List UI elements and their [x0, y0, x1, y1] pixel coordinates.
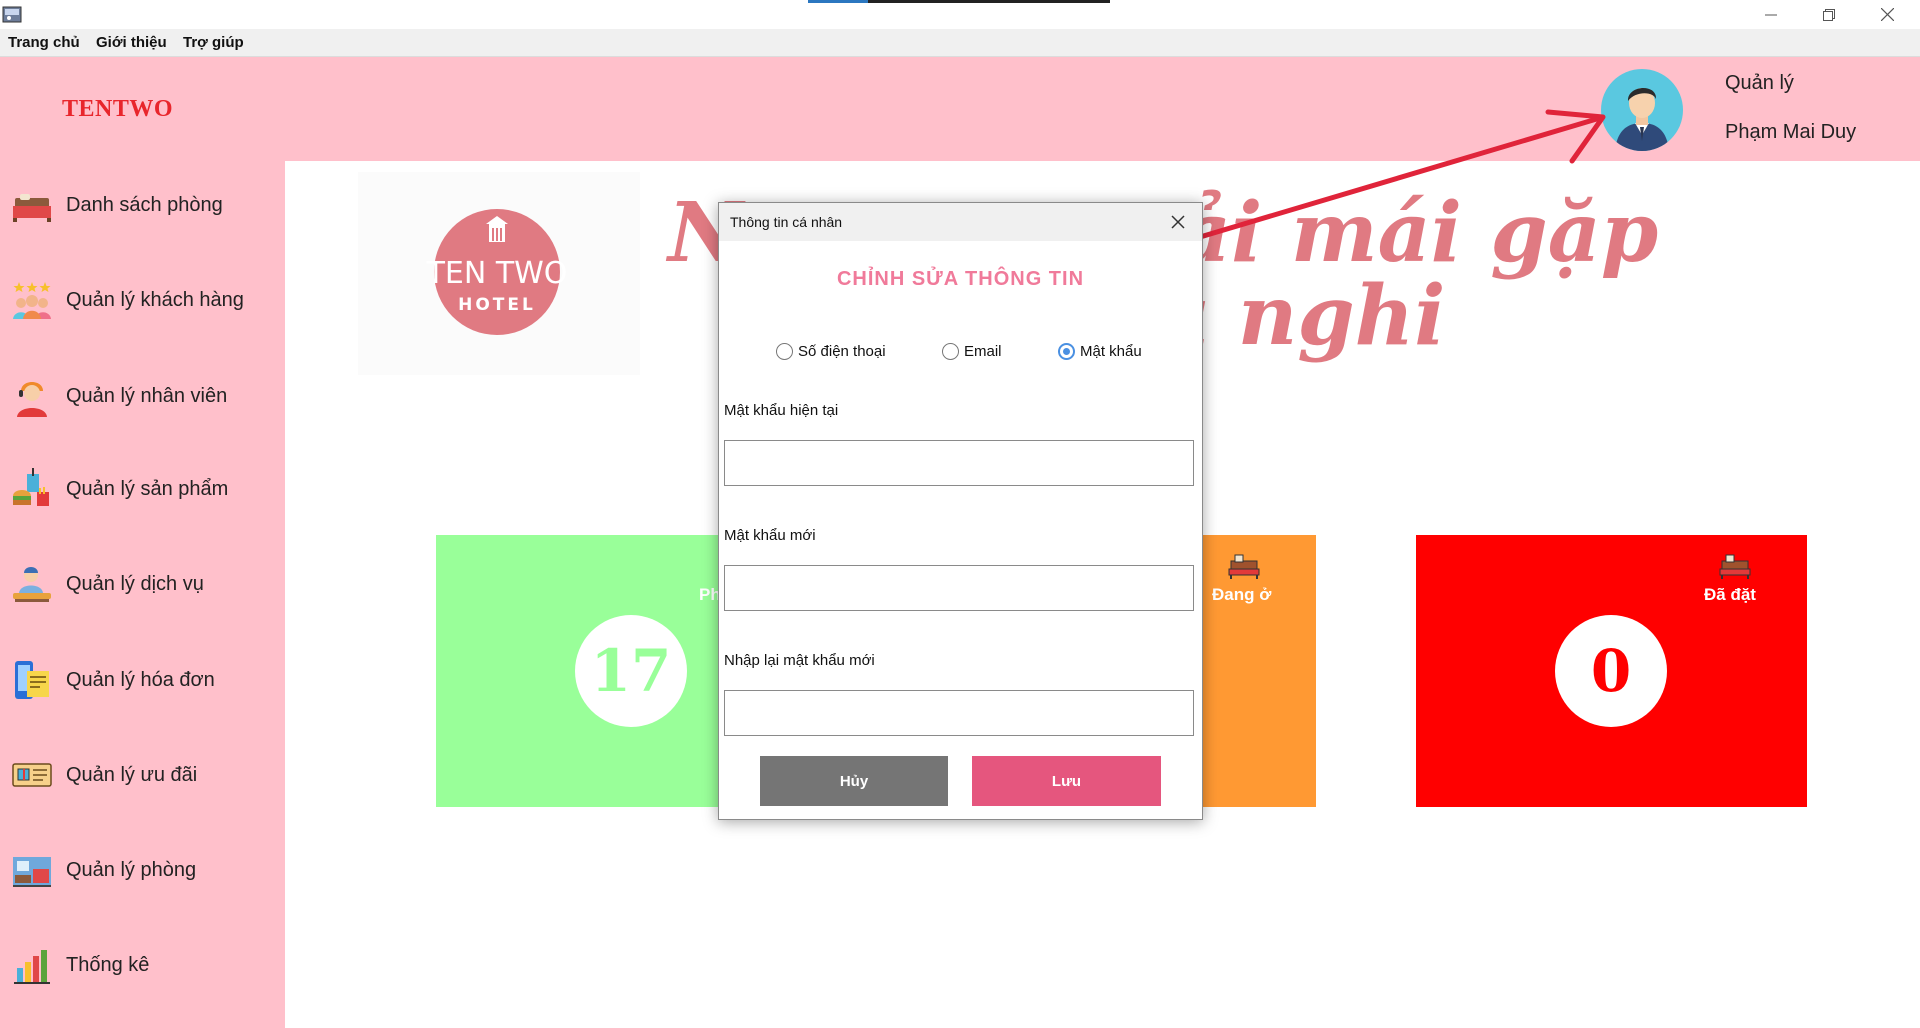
restore-icon — [1823, 8, 1835, 21]
sidebar-item-label: Quản lý nhân viên — [66, 384, 228, 407]
sidebar-item-products[interactable]: Quản lý sản phẩm — [10, 464, 280, 514]
stat-label-occupied: Đang ở — [1212, 585, 1272, 604]
current-password-label: Mật khẩu hiện tại — [724, 402, 839, 419]
logo-text-line1: TEN TWO — [426, 256, 568, 291]
sidebar-item-services[interactable]: Quản lý dịch vụ — [10, 559, 280, 609]
radio-circle — [776, 343, 793, 360]
radio-email[interactable]: Email — [942, 343, 1002, 360]
current-password-input[interactable] — [724, 440, 1194, 486]
radio-label: Mật khẩu — [1080, 343, 1142, 360]
bed-icon — [10, 183, 54, 227]
logo-text-line2: HOTEL — [458, 295, 536, 315]
sidebar-item-invoices[interactable]: Quản lý hóa đơn — [10, 655, 280, 705]
radio-circle — [942, 343, 959, 360]
close-icon — [1171, 215, 1185, 229]
banner-text-line2: ı nghi — [1178, 268, 1446, 364]
sidebar-item-label: Quản lý khách hàng — [66, 288, 244, 311]
customers-icon — [10, 278, 54, 322]
radio-label: Số điện thoại — [798, 343, 886, 360]
voucher-icon — [10, 753, 54, 797]
stat-label-booked: Đã đặt — [1704, 585, 1756, 604]
sidebar-item-label: Quản lý ưu đãi — [66, 763, 198, 786]
stat-value-available: 17 — [575, 615, 687, 727]
sidebar-item-rooms[interactable]: Quản lý phòng — [10, 845, 280, 895]
personal-info-dialog: Thông tin cá nhân CHỈNH SỬA THÔNG TIN Số… — [718, 202, 1203, 820]
save-button[interactable]: Lưu — [972, 756, 1161, 806]
header: TENTWO Quản lý Phạm Mai Duy — [0, 57, 1920, 161]
sidebar: Danh sách phòng Quản lý khách hàng Quản … — [0, 161, 285, 1028]
sidebar-item-vouchers[interactable]: Quản lý ưu đãi — [10, 750, 280, 800]
menu-home[interactable]: Trang chủ — [8, 34, 80, 51]
taskbar-strip — [868, 0, 1110, 3]
sidebar-item-label: Quản lý sản phẩm — [66, 477, 229, 500]
menu-about[interactable]: Giới thiệu — [96, 34, 167, 51]
confirm-password-label: Nhập lại mật khẩu mới — [724, 652, 875, 669]
java-app-icon — [2, 4, 22, 24]
user-name: Phạm Mai Duy — [1725, 121, 1857, 143]
new-password-input[interactable] — [724, 565, 1194, 611]
chart-icon — [10, 943, 54, 987]
sidebar-item-label: Danh sách phòng — [66, 193, 223, 216]
cancel-button[interactable]: Hủy — [760, 756, 948, 806]
dialog-title: Thông tin cá nhân — [730, 214, 843, 230]
dialog-close-button[interactable] — [1154, 203, 1202, 241]
window-title-bar — [0, 0, 1920, 29]
new-password-label: Mật khẩu mới — [724, 527, 816, 544]
products-icon — [10, 467, 54, 511]
minimize-button[interactable] — [1742, 0, 1800, 29]
sidebar-item-statistics[interactable]: Thống kê — [10, 940, 280, 990]
confirm-password-input[interactable] — [724, 690, 1194, 736]
menu-bar: Trang chủ Giới thiệu Trợ giúp — [0, 29, 1920, 57]
menu-help[interactable]: Trợ giúp — [183, 34, 244, 51]
sidebar-item-label: Quản lý hóa đơn — [66, 668, 215, 691]
sidebar-item-label: Thống kê — [66, 953, 150, 976]
annotation-arrow — [1187, 109, 1606, 243]
hotel-logo: TEN TWO HOTEL — [426, 209, 568, 335]
radio-circle-selected — [1058, 343, 1075, 360]
sidebar-item-staff[interactable]: Quản lý nhân viên — [10, 371, 280, 421]
room-icon — [10, 848, 54, 892]
restore-button[interactable] — [1800, 0, 1858, 29]
stat-card-booked[interactable]: Đã đặt 0 — [1416, 535, 1807, 807]
service-icon — [10, 562, 54, 606]
sidebar-item-label: Quản lý dịch vụ — [66, 572, 204, 595]
invoice-icon — [10, 658, 54, 702]
dialog-title-bar: Thông tin cá nhân — [719, 203, 1202, 241]
bed-booked-icon — [1719, 554, 1751, 579]
brand-name: TENTWO — [62, 96, 174, 122]
radio-phone[interactable]: Số điện thoại — [776, 343, 886, 360]
radio-label: Email — [964, 343, 1002, 360]
dialog-heading: CHỈNH SỬA THÔNG TIN — [836, 268, 1085, 290]
radio-password[interactable]: Mật khẩu — [1058, 343, 1142, 360]
close-window-button[interactable] — [1858, 0, 1916, 29]
hotel-logo-card: TEN TWO HOTEL — [358, 172, 640, 375]
minimize-icon — [1765, 14, 1777, 15]
sidebar-item-room-list[interactable]: Danh sách phòng — [10, 180, 280, 230]
sidebar-item-customers[interactable]: Quản lý khách hàng — [10, 275, 280, 325]
staff-icon — [10, 374, 54, 418]
sidebar-item-label: Quản lý phòng — [66, 858, 197, 881]
user-role: Quản lý — [1725, 72, 1794, 94]
taskbar-strip — [808, 0, 868, 3]
bed-occupied-icon — [1228, 554, 1260, 579]
close-icon — [1880, 8, 1894, 21]
stat-value-booked: 0 — [1555, 615, 1667, 727]
